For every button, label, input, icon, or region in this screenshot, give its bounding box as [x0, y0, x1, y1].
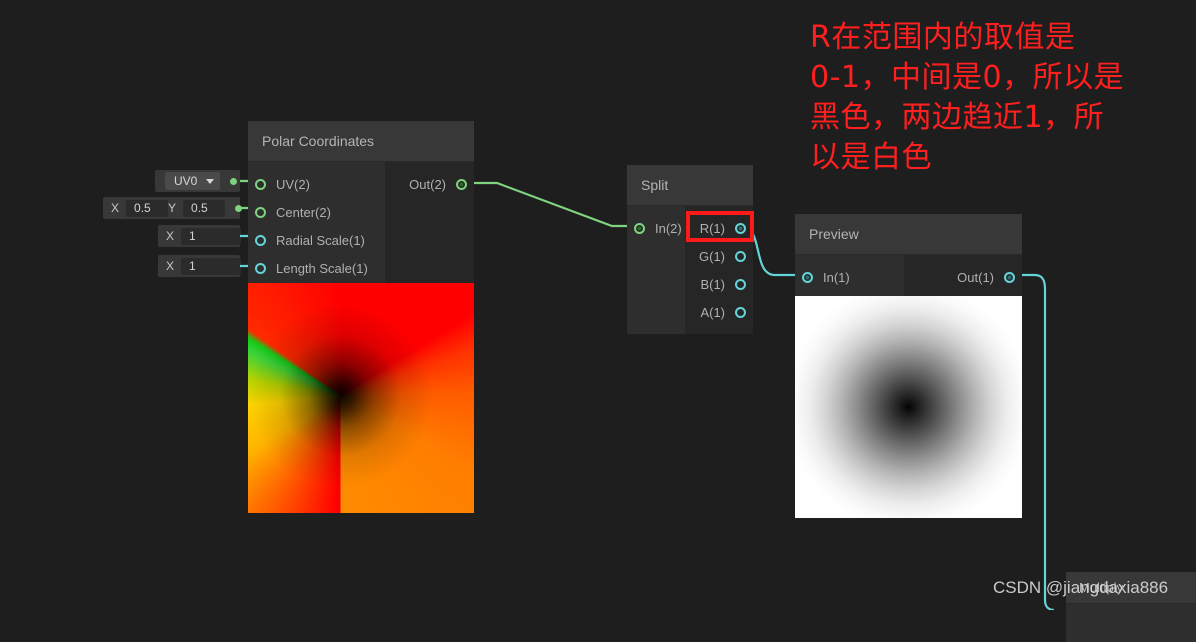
output-port-g-icon[interactable]	[735, 250, 746, 262]
input-port-length-scale-icon[interactable]	[255, 262, 266, 274]
port-label-length-scale: Length Scale(1)	[276, 260, 368, 276]
port-label-out: Out(2)	[409, 176, 446, 192]
preview-outputs-column: Out(1)	[904, 255, 1022, 299]
port-row-uv[interactable]: UV(2)	[248, 170, 385, 198]
output-port-preview-out-icon[interactable]	[1004, 271, 1015, 283]
port-label-radial-scale: Radial Scale(1)	[276, 232, 365, 248]
port-row-split-a[interactable]: A(1)	[685, 298, 753, 326]
property-port-dot-center[interactable]	[235, 204, 243, 212]
axis-label-y: Y	[168, 201, 177, 215]
port-label-split-r: R(1)	[699, 220, 725, 236]
polar-coordinates-preview-thumbnail	[248, 283, 474, 513]
port-row-center[interactable]: Center(2)	[248, 198, 385, 226]
node-body-preview: In(1) Out(1)	[795, 255, 1022, 299]
node-title-split: Split	[627, 165, 753, 206]
polar-inputs-column: UV(2) Center(2) Radial Scale(1) Length S…	[248, 162, 385, 290]
axis-label-x: X	[166, 229, 175, 243]
radial-scale-input[interactable]: 1	[181, 227, 242, 245]
output-port-a-icon[interactable]	[735, 306, 746, 318]
port-row-preview-out[interactable]: Out(1)	[904, 263, 1022, 291]
input-port-center-icon[interactable]	[255, 206, 266, 218]
node-polar-coordinates[interactable]: Polar Coordinates UV(2) Center(2) Radial…	[248, 121, 474, 290]
chevron-down-icon	[206, 178, 215, 184]
port-row-split-in[interactable]: In(2)	[627, 214, 685, 242]
center-y-input[interactable]: 0.5	[183, 199, 226, 217]
port-label-preview-out: Out(1)	[957, 269, 994, 285]
property-port-dot-uv[interactable]	[230, 177, 238, 185]
output-port-b-icon[interactable]	[735, 278, 746, 290]
node-body-polar-coordinates: UV(2) Center(2) Radial Scale(1) Length S…	[248, 162, 474, 290]
port-row-radial-scale[interactable]: Radial Scale(1)	[248, 226, 385, 254]
preview-node-thumbnail	[795, 296, 1022, 518]
port-label-center: Center(2)	[276, 204, 331, 220]
port-row-split-b[interactable]: B(1)	[685, 270, 753, 298]
node-title-preview: Preview	[795, 214, 1022, 255]
property-center-row[interactable]: X 0.5 Y 0.5	[103, 197, 243, 219]
polar-outputs-column: Out(2)	[385, 162, 474, 290]
uv-channel-dropdown[interactable]: UV0	[165, 172, 221, 190]
node-title-polar-coordinates: Polar Coordinates	[248, 121, 474, 162]
port-label-split-b: B(1)	[700, 276, 725, 292]
port-label-split-in: In(2)	[655, 220, 682, 236]
wire-polar-to-split	[468, 181, 641, 228]
node-split[interactable]: Split In(2) R(1) G(1) B(1) A(1)	[627, 165, 753, 334]
property-length-scale-row[interactable]: X 1	[158, 255, 259, 277]
node-preview[interactable]: Preview In(1) Out(1)	[795, 214, 1022, 299]
port-label-uv: UV(2)	[276, 176, 310, 192]
split-outputs-column: R(1) G(1) B(1) A(1)	[685, 206, 753, 334]
port-row-split-g[interactable]: G(1)	[685, 242, 753, 270]
port-row-split-r[interactable]: R(1)	[685, 214, 753, 242]
preview-inputs-column: In(1)	[795, 255, 904, 299]
port-label-split-a: A(1)	[700, 304, 725, 320]
input-port-preview-in-icon[interactable]	[802, 271, 813, 283]
length-scale-input[interactable]: 1	[181, 257, 242, 275]
port-label-preview-in: In(1)	[823, 269, 850, 285]
annotation-text: R在范围内的取值是 0-1，中间是0，所以是 黑色，两边趋近1，所 以是白色	[810, 20, 1125, 175]
output-port-r-icon[interactable]	[735, 222, 746, 234]
input-port-radial-scale-icon[interactable]	[255, 234, 266, 246]
input-port-in-icon[interactable]	[634, 222, 645, 234]
port-row-preview-in[interactable]: In(1)	[795, 263, 904, 291]
port-row-out[interactable]: Out(2)	[385, 170, 474, 198]
node-body-split: In(2) R(1) G(1) B(1) A(1)	[627, 206, 753, 334]
axis-label-x: X	[111, 201, 120, 215]
center-x-input[interactable]: 0.5	[126, 199, 169, 217]
uv-channel-value: UV0	[174, 174, 198, 188]
graph-canvas[interactable]: UV0 X 0.5 Y 0.5 X 1 X 1 Polar Coordinate…	[0, 0, 1196, 642]
port-label-split-g: G(1)	[699, 248, 725, 264]
property-uv0-row[interactable]: UV0	[155, 170, 240, 192]
port-row-length-scale[interactable]: Length Scale(1)	[248, 254, 385, 282]
property-radial-scale-row[interactable]: X 1	[158, 225, 259, 247]
input-port-uv-icon[interactable]	[255, 178, 266, 190]
watermark-csdn: CSDN @jiangdaxia886	[993, 578, 1169, 597]
axis-label-x: X	[166, 259, 175, 273]
output-port-out-icon[interactable]	[456, 178, 467, 190]
split-inputs-column: In(2)	[627, 206, 685, 334]
